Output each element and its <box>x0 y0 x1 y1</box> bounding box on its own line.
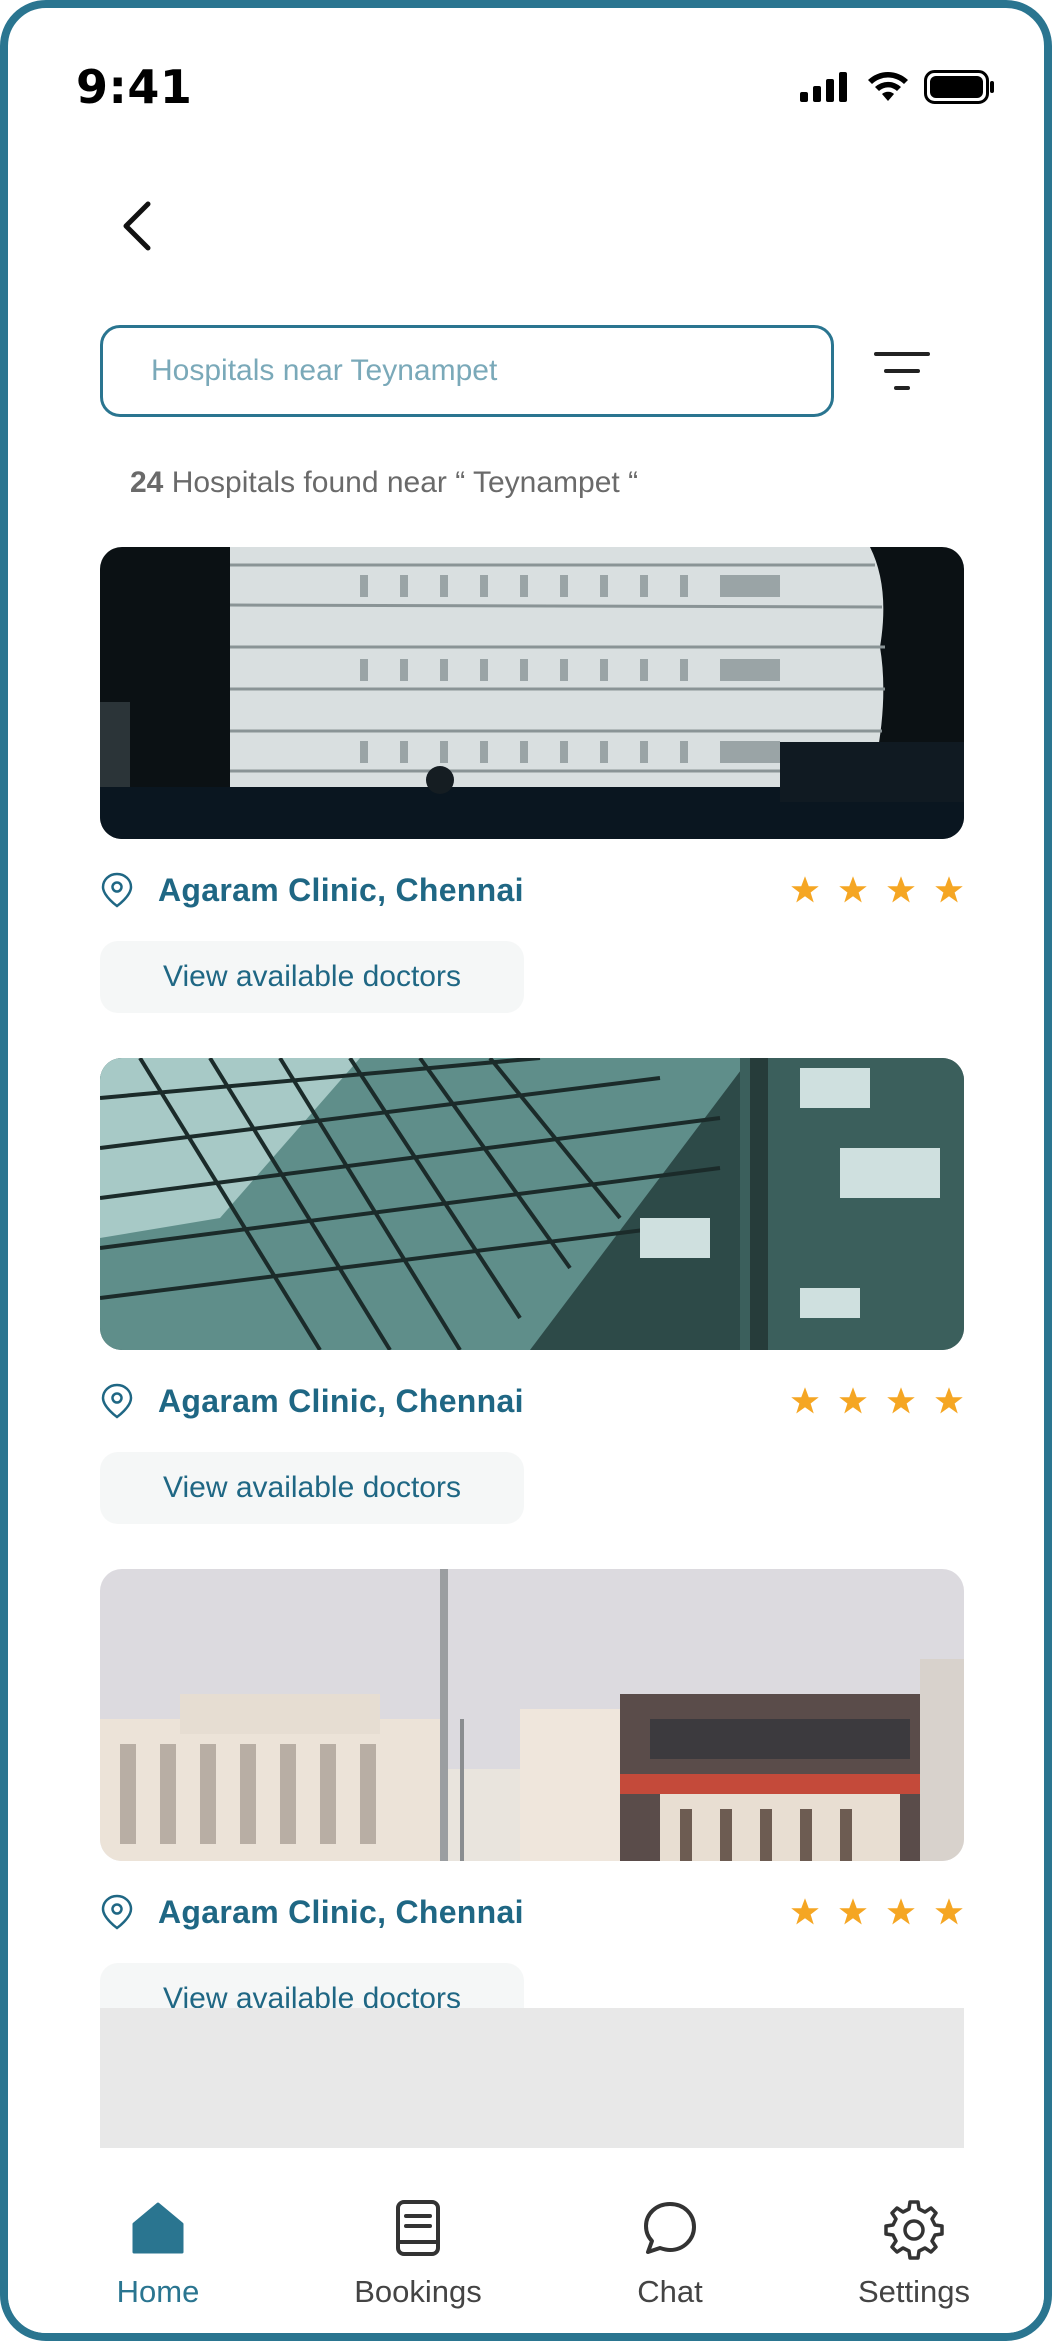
nav-label-home: Home <box>116 2274 200 2309</box>
star-icon <box>791 1387 819 1414</box>
star-icon <box>935 876 963 903</box>
nav-item-bookings[interactable]: Bookings <box>328 2196 508 2310</box>
battery-icon <box>924 70 994 104</box>
nav-label-bookings: Bookings <box>354 2274 482 2309</box>
glass-roof-teal-building-image <box>100 1058 964 1350</box>
bottom-nav: Home Bookings Chat Settings <box>8 2178 1044 2333</box>
list-fade-overlay <box>100 2008 964 2148</box>
nav-item-home[interactable]: Home <box>68 2196 248 2310</box>
results-summary: 24 Hospitals found near “ Teynampet “ <box>130 466 638 500</box>
results-text: Hospitals found near “ Teynampet “ <box>163 466 639 499</box>
hospital-buildings-daylight-image <box>100 1569 964 1861</box>
rating-stars <box>790 1386 964 1416</box>
book-icon <box>396 2200 440 2256</box>
location-pin-icon <box>101 1383 133 1419</box>
star-icon <box>887 1387 915 1414</box>
modern-glass-building-night-image <box>100 547 964 839</box>
hospital-name: Agaram Clinic, Chennai <box>158 1893 524 1930</box>
hospital-card[interactable]: Agaram Clinic, Chennai View available do… <box>100 1058 964 1524</box>
hospital-image[interactable] <box>100 1569 964 1861</box>
nav-item-chat[interactable]: Chat <box>580 2196 760 2310</box>
status-time: 9:41 <box>76 60 193 114</box>
star-icon <box>887 876 915 903</box>
hospital-image[interactable] <box>100 547 964 839</box>
nav-label-chat: Chat <box>637 2274 703 2309</box>
results-count: 24 <box>130 466 164 499</box>
gear-icon <box>884 2200 944 2260</box>
home-icon <box>132 2202 184 2254</box>
hospital-name: Agaram Clinic, Chennai <box>158 871 524 908</box>
signal-icon <box>800 72 847 102</box>
back-arrow-icon[interactable] <box>110 196 170 256</box>
rating-stars <box>790 875 964 905</box>
star-icon <box>839 1898 867 1925</box>
star-icon <box>839 1387 867 1414</box>
search-placeholder: Hospitals near Teynampet <box>151 354 498 387</box>
hospital-name: Agaram Clinic, Chennai <box>158 1382 524 1419</box>
nav-label-settings: Settings <box>857 2274 970 2309</box>
star-icon <box>839 876 867 903</box>
star-icon <box>935 1387 963 1414</box>
search-input[interactable]: Hospitals near Teynampet <box>100 325 834 417</box>
hospital-info-row: Agaram Clinic, Chennai <box>100 1889 964 1935</box>
filter-icon[interactable] <box>874 348 930 394</box>
chat-icon <box>644 2202 696 2254</box>
phone-frame: 9:41 Hospitals near Teynampet 24 Hospita… <box>0 0 1052 2341</box>
star-icon <box>791 876 819 903</box>
nav-item-settings[interactable]: Settings <box>824 2196 1004 2310</box>
hospital-image[interactable] <box>100 1058 964 1350</box>
status-icons <box>800 70 996 104</box>
hospital-info-row: Agaram Clinic, Chennai <box>100 867 964 913</box>
wifi-icon <box>868 72 908 101</box>
view-doctors-button[interactable]: View available doctors <box>100 941 524 1013</box>
location-pin-icon <box>101 872 133 908</box>
star-icon <box>887 1898 915 1925</box>
star-icon <box>935 1898 963 1925</box>
hospital-info-row: Agaram Clinic, Chennai <box>100 1378 964 1424</box>
star-icon <box>791 1898 819 1925</box>
location-pin-icon <box>101 1894 133 1930</box>
rating-stars <box>790 1897 964 1927</box>
view-doctors-button[interactable]: View available doctors <box>100 1452 524 1524</box>
hospital-card[interactable]: Agaram Clinic, Chennai View available do… <box>100 1569 964 2035</box>
hospital-card[interactable]: Agaram Clinic, Chennai View available do… <box>100 547 964 1013</box>
